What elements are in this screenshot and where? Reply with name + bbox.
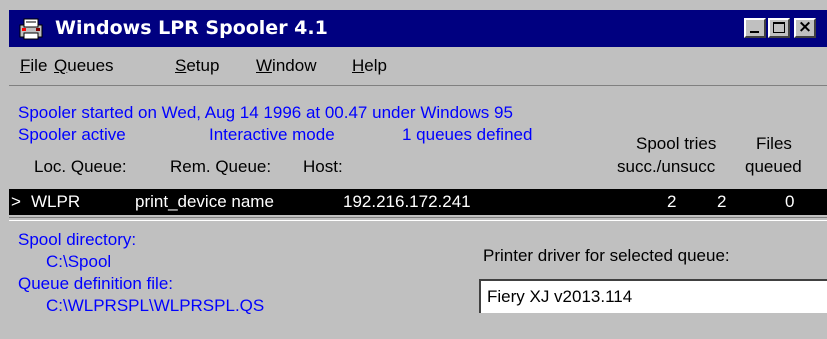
printer-driver-value: Fiery XJ v2013.114 [487, 287, 633, 306]
minimize-icon [750, 31, 759, 33]
menu-setup-label: etup [186, 56, 220, 75]
rem-queue-header: Rem. Queue: [170, 157, 272, 176]
menu-queues-label: ueues [67, 56, 114, 75]
menu-file-mnemonic: F [20, 56, 31, 75]
menu-setup[interactable]: Setup [175, 54, 219, 78]
queue-loc-name: WLPR [31, 192, 81, 211]
queue-row-selected[interactable]: > WLPR print_device name 192.216.172.241… [9, 189, 827, 215]
succ-unsucc-header: succ./unsucc [617, 157, 716, 176]
minimize-button[interactable] [744, 18, 766, 38]
menu-window-mnemonic: W [256, 56, 273, 75]
printer-driver-label: Printer driver for selected queue: [483, 246, 730, 265]
queue-definition-label: Queue definition file: [18, 274, 173, 293]
menu-file[interactable]: File [20, 54, 47, 78]
queue-unsucc-count: 2 [717, 192, 727, 211]
close-icon: × [797, 17, 813, 37]
loc-queue-header: Loc. Queue: [34, 157, 127, 176]
menu-bar: File Queues Setup Window Help [9, 49, 827, 86]
queues-defined-status: 1 queues defined [402, 125, 533, 144]
queue-files-count: 0 [785, 192, 795, 211]
window-title: Windows LPR Spooler 4.1 [55, 17, 328, 39]
maximize-button[interactable] [768, 18, 790, 38]
interactive-mode-status: Interactive mode [209, 125, 335, 144]
queue-remote-name: print_device name [135, 192, 274, 211]
menu-file-label: ile [30, 56, 48, 75]
selection-marker: > [11, 192, 21, 211]
spool-tries-header: Spool tries [636, 134, 717, 153]
spooler-started-status: Spooler started on Wed, Aug 14 1996 at 0… [18, 103, 513, 122]
queued-header: queued [745, 157, 802, 176]
title-bar[interactable]: Windows LPR Spooler 4.1 × [9, 10, 827, 47]
spooler-active-status: Spooler active [18, 125, 126, 144]
menu-help-label: elp [364, 56, 387, 75]
printer-app-icon [19, 18, 43, 40]
host-header: Host: [303, 157, 343, 176]
queue-succ-count: 2 [667, 192, 677, 211]
menu-help-mnemonic: H [352, 56, 365, 75]
spool-directory-label: Spool directory: [18, 230, 137, 249]
menu-window[interactable]: Window [256, 54, 316, 78]
maximize-icon [773, 22, 785, 33]
close-button[interactable]: × [794, 17, 816, 38]
menu-window-label: indow [272, 56, 317, 75]
files-header: Files [756, 134, 792, 153]
printer-driver-field[interactable]: Fiery XJ v2013.114 [479, 279, 827, 313]
details-divider [9, 217, 827, 221]
lpr-spooler-window: Windows LPR Spooler 4.1 × File Queues Se… [0, 0, 827, 339]
menu-queues-mnemonic: Q [54, 56, 68, 75]
menu-setup-mnemonic: S [175, 56, 187, 75]
menu-help[interactable]: Help [352, 54, 387, 78]
spool-directory-value: C:\Spool [46, 252, 112, 271]
queue-definition-value: C:\WLPRSPL\WLPRSPL.QS [46, 296, 265, 315]
menu-queues[interactable]: Queues [54, 54, 114, 78]
window-bottom-edge [0, 333, 827, 339]
queue-host: 192.216.172.241 [343, 192, 471, 211]
